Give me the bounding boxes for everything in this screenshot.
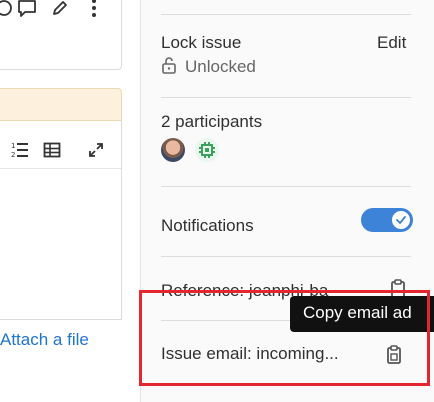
- sidebar-divider: [161, 14, 411, 15]
- sidebar-divider: [161, 97, 411, 98]
- toolbar-divider: [0, 168, 121, 169]
- markdown-editor[interactable]: 1 2: [0, 120, 122, 320]
- sidebar-divider: [161, 256, 411, 257]
- task-list-icon[interactable]: 1 2: [11, 141, 29, 159]
- svg-text:2: 2: [11, 151, 15, 159]
- avatar[interactable]: [161, 138, 185, 162]
- clock-icon[interactable]: [0, 0, 13, 17]
- copy-email-tooltip: Copy email ad: [290, 296, 434, 332]
- warning-banner: [0, 88, 122, 120]
- unlock-icon: [161, 56, 177, 79]
- editor-footer: Attach a file: [0, 320, 122, 360]
- avatar[interactable]: [195, 138, 219, 162]
- attach-file-link[interactable]: Attach a file: [0, 330, 89, 350]
- sidebar-divider: [161, 186, 411, 187]
- participants-list: [161, 138, 219, 162]
- notifications-toggle[interactable]: [361, 208, 413, 232]
- notifications-title: Notifications: [161, 216, 254, 235]
- lock-edit-button[interactable]: Edit: [377, 33, 406, 53]
- issue-sidebar: Lock issue Edit Unlocked 2 participants …: [140, 0, 434, 402]
- fullscreen-icon[interactable]: [87, 141, 105, 159]
- lock-status: Unlocked: [161, 56, 256, 78]
- comment-editor-header: [0, 0, 122, 70]
- toggle-knob: [392, 211, 410, 229]
- comment-icon[interactable]: [17, 0, 36, 17]
- pencil-icon[interactable]: [51, 0, 69, 17]
- copy-email-icon[interactable]: [385, 345, 403, 365]
- lock-status-label: Unlocked: [185, 57, 256, 76]
- check-icon: [396, 216, 406, 224]
- svg-text:1: 1: [11, 142, 15, 150]
- participants-title: 2 participants: [161, 112, 263, 131]
- lock-issue-title: Lock issue: [161, 33, 242, 52]
- table-icon[interactable]: [43, 141, 61, 159]
- more-vertical-icon[interactable]: [85, 0, 103, 17]
- issue-email-text: Issue email: incoming...: [161, 344, 339, 363]
